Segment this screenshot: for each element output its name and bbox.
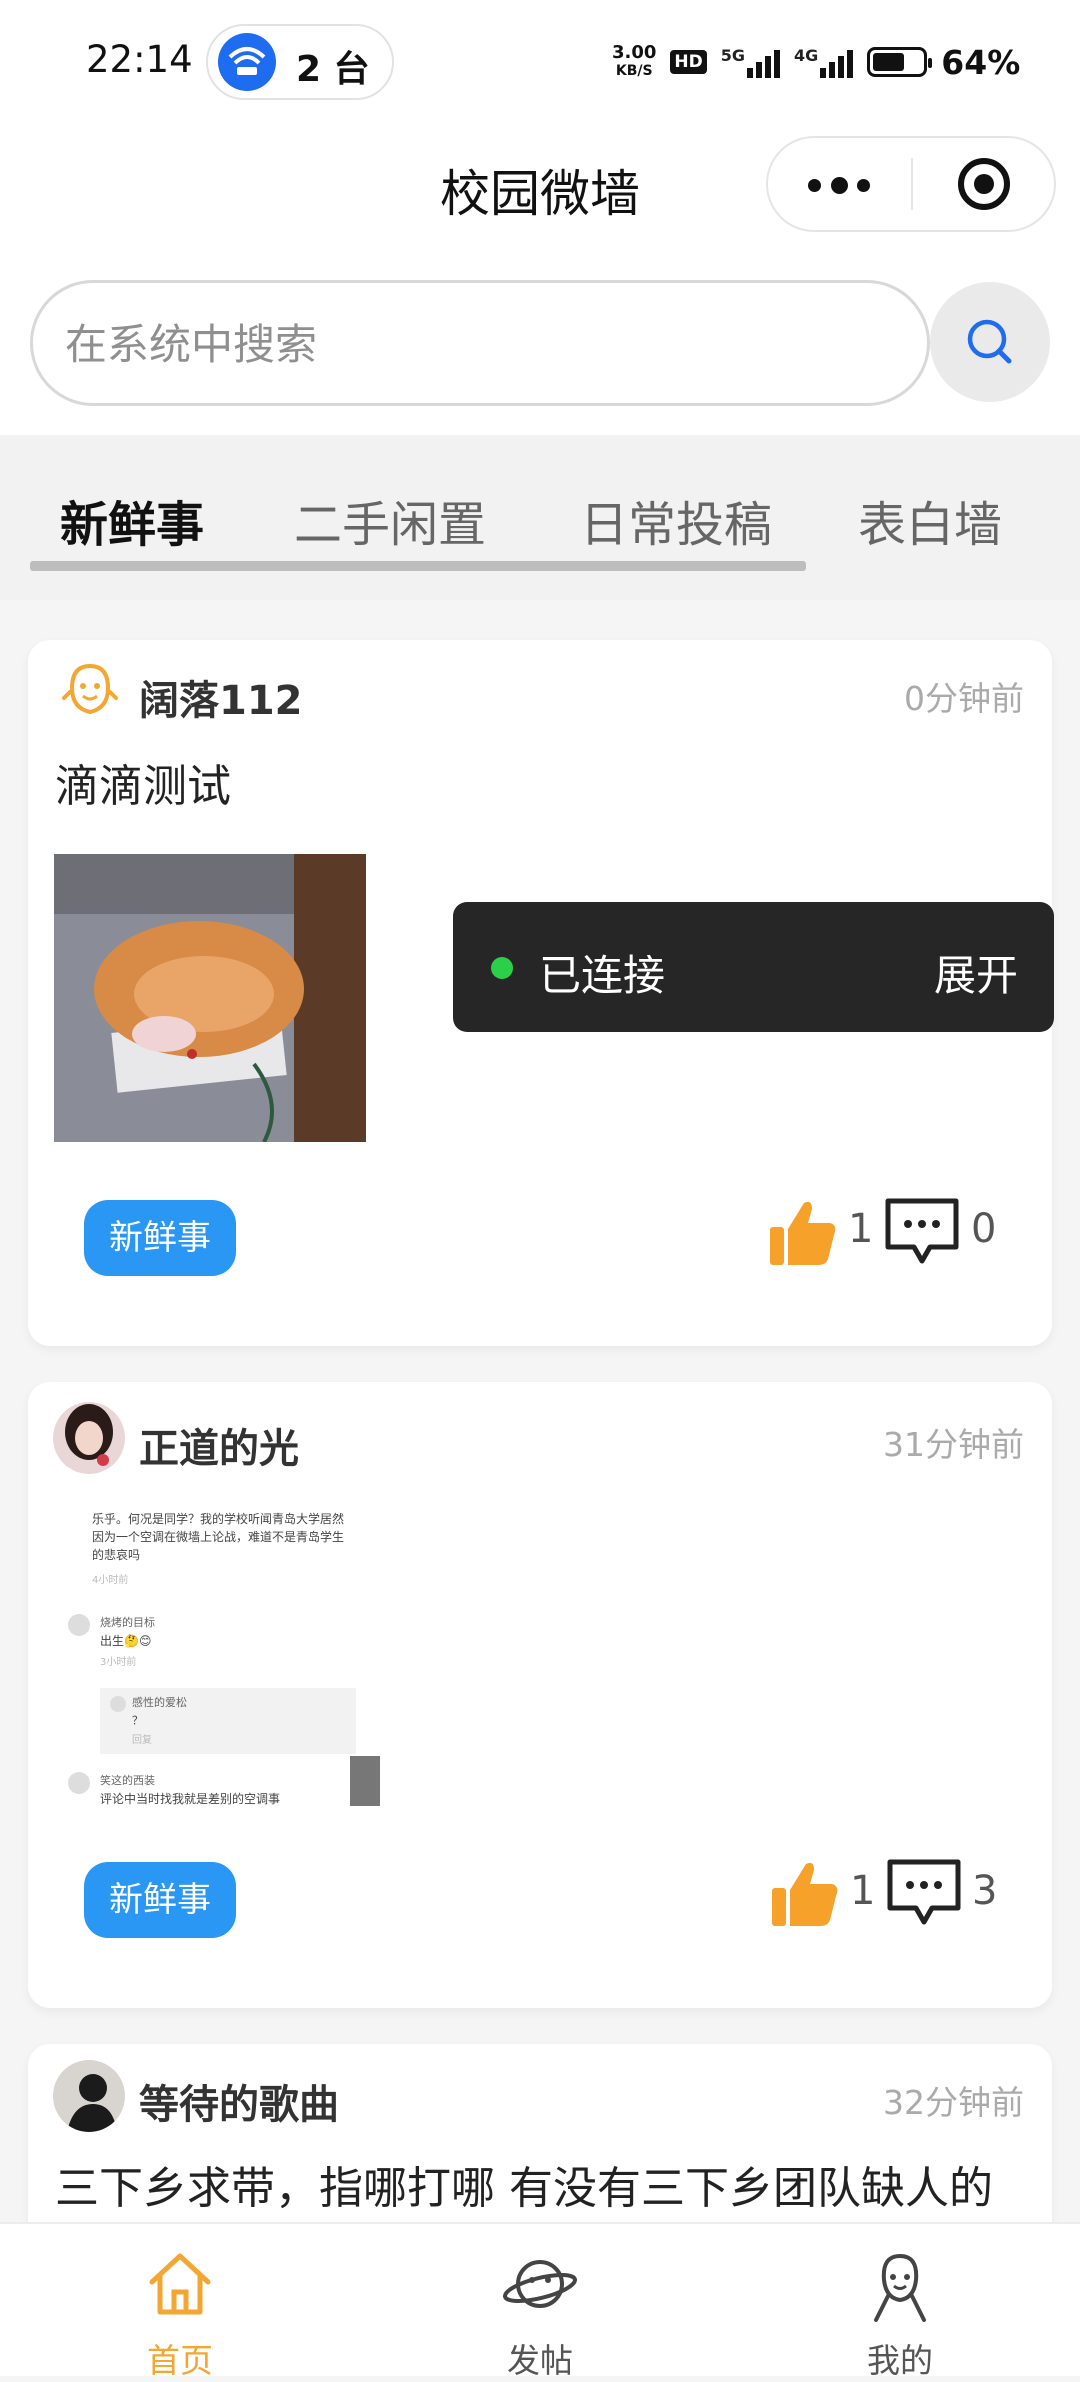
avatar[interactable]: [60, 658, 120, 718]
post-image-cat[interactable]: [54, 854, 366, 1142]
nav-label: 发帖: [507, 2341, 573, 2380]
battery-icon: [867, 47, 933, 77]
comment-count: 3: [972, 1868, 998, 1914]
post-text: 三下乡求带，指哪打哪 有没有三下乡团队缺人的: [55, 2163, 993, 2214]
post-time: 32分钟前: [883, 2083, 1024, 2122]
connected-dot-icon: [491, 957, 513, 979]
post-username[interactable]: 阔落112: [139, 668, 303, 726]
connection-toast[interactable]: 已连接 展开: [453, 902, 1054, 1032]
post-text: 滴滴测试: [55, 761, 231, 812]
post-tag-button[interactable]: 新鲜事: [84, 1200, 236, 1276]
search-button[interactable]: [930, 282, 1050, 402]
status-icons: 3.00 KB/S HD 5G 4G 64%: [612, 42, 1020, 82]
nav-home[interactable]: 首页: [80, 2224, 280, 2380]
post-username[interactable]: 等待的歌曲: [139, 2072, 339, 2130]
close-target-icon[interactable]: [958, 158, 1010, 210]
like-button[interactable]: [770, 1856, 840, 1932]
title-bar: 校园微墙: [0, 130, 1080, 260]
status-time: 22:14: [86, 38, 193, 81]
comment-button[interactable]: [884, 1195, 960, 1269]
nav-label: 我的: [867, 2341, 933, 2380]
cat-photo-icon: [54, 854, 366, 1142]
hd-badge: HD: [670, 50, 707, 74]
tab-richang[interactable]: 日常投稿: [580, 485, 772, 555]
battery-percent: 64%: [941, 42, 1021, 82]
category-tabs: 新鲜事 二手闲置 日常投稿 表白墙: [0, 435, 1080, 600]
search-icon: [967, 319, 1012, 364]
thumbs-up-icon: [770, 1201, 836, 1265]
nav-post[interactable]: 发帖: [440, 2224, 640, 2380]
tab-xinxianshi[interactable]: 新鲜事: [60, 485, 204, 555]
search-input[interactable]: [63, 311, 897, 377]
search-row: [0, 260, 1080, 435]
comment-icon: [885, 1198, 959, 1264]
post-username[interactable]: 正道的光: [139, 1416, 299, 1474]
toast-status: 已连接: [539, 951, 666, 1000]
tab-ershou[interactable]: 二手闲置: [294, 485, 486, 555]
signal-bars-icon: [747, 46, 781, 78]
thumbs-up-icon: [772, 1862, 838, 1926]
signal-bars-icon: [820, 46, 854, 78]
search-box: [30, 280, 930, 406]
signal-4g: 4G: [794, 46, 854, 78]
miniprogram-capsule: [766, 136, 1056, 232]
signal-5g: 5G: [721, 46, 781, 78]
like-count: 1: [850, 1868, 876, 1914]
post-image-screenshot[interactable]: 乐乎。何况是同学？我的学校听闻青岛大学居然 因为一个空调在微墙上论战，难道不是青…: [54, 1510, 384, 1806]
bottom-nav: 首页 发帖 我的: [0, 2222, 1080, 2380]
comment-count: 0: [971, 1206, 997, 1252]
nav-label: 首页: [147, 2341, 213, 2380]
post-tag-button[interactable]: 新鲜事: [84, 1862, 236, 1938]
planet-icon: [502, 2260, 578, 2308]
tab-biaobai[interactable]: 表白墙: [858, 485, 1002, 555]
comment-icon: [887, 1859, 961, 1925]
avatar[interactable]: [53, 1402, 125, 1474]
avatar-silhouette-icon: [53, 2060, 125, 2132]
like-count: 1: [848, 1206, 874, 1252]
nav-me[interactable]: 我的: [800, 2224, 1000, 2380]
more-icon[interactable]: [808, 176, 870, 194]
tab-scroll-indicator[interactable]: [30, 561, 806, 571]
hotspot-indicator[interactable]: 2 台: [206, 24, 394, 100]
post-card[interactable]: 正道的光 31分钟前 乐乎。何况是同学？我的学校听闻青岛大学居然 因为一个空调在…: [28, 1382, 1052, 2008]
net-speed: 3.00 KB/S: [612, 42, 657, 80]
toast-expand-button[interactable]: 展开: [934, 942, 1018, 1003]
user-face-icon: [62, 663, 118, 715]
capsule-divider: [911, 158, 913, 210]
home-icon: [149, 2253, 211, 2315]
like-button[interactable]: [768, 1195, 838, 1271]
hotspot-count: 2 台: [296, 49, 370, 90]
post-time: 0分钟前: [904, 679, 1024, 718]
post-time: 31分钟前: [883, 1425, 1024, 1464]
comment-button[interactable]: [886, 1856, 962, 1930]
hotspot-icon: [218, 33, 276, 91]
status-bar: 22:14 2 台 3.00 KB/S HD 5G 4G 64%: [0, 0, 1080, 130]
user-icon: [874, 2253, 926, 2322]
avatar-portrait-icon: [53, 1402, 125, 1474]
avatar[interactable]: [53, 2060, 125, 2132]
